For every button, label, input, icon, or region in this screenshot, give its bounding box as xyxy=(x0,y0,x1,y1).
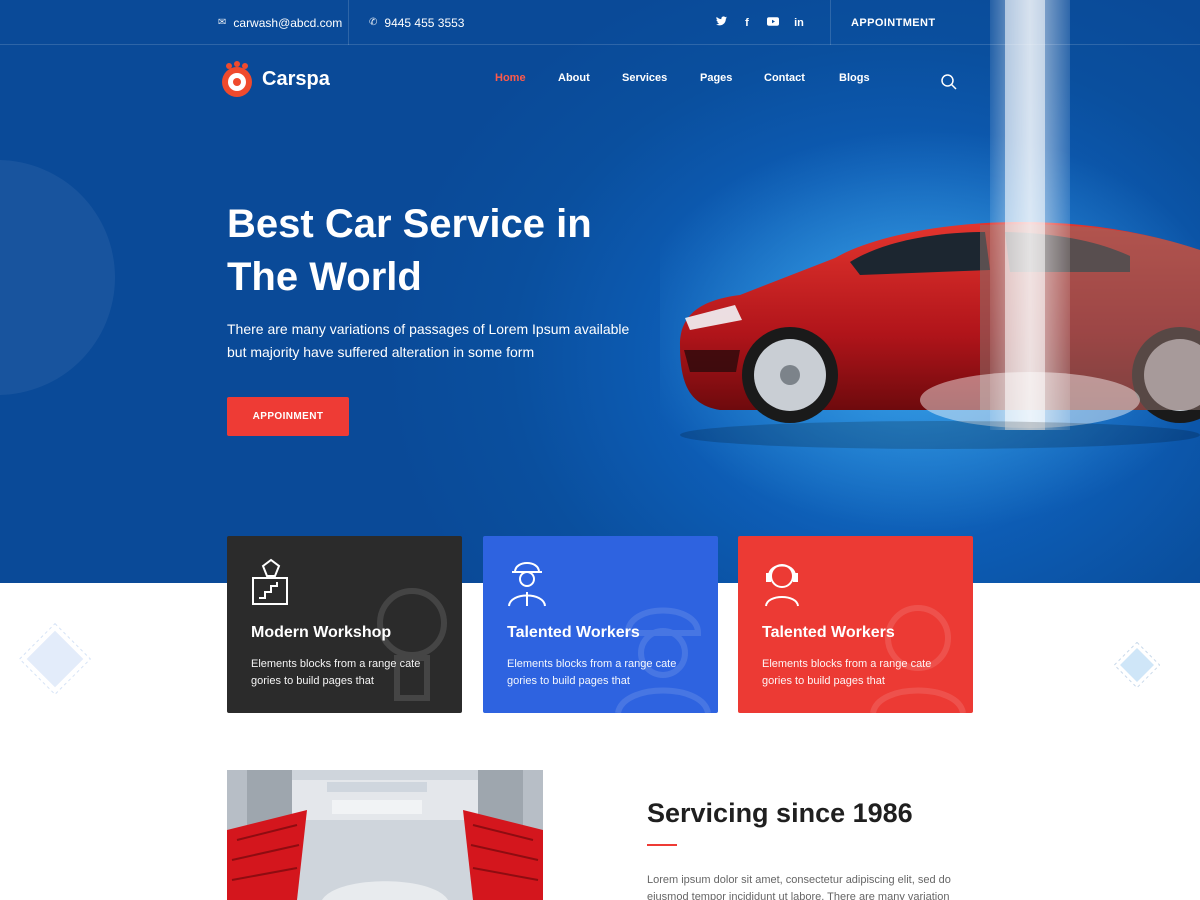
decorative-circle xyxy=(0,160,115,395)
worker-icon xyxy=(508,562,546,607)
email-text: carwash@abcd.com xyxy=(233,15,343,30)
car-wash-illustration xyxy=(660,0,1200,530)
appointment-top-button[interactable]: APPOINTMENT xyxy=(851,0,935,45)
social-links: f in xyxy=(708,0,812,45)
email-link[interactable]: ✉ carwash@abcd.com xyxy=(218,0,342,45)
card-title: Talented Workers xyxy=(507,624,640,641)
title-underline xyxy=(647,844,677,846)
hero-title: Best Car Service in The World xyxy=(227,198,657,304)
about-text-line: eiusmod tempor incididunt ut labore. The… xyxy=(647,891,950,900)
nav-item-blogs[interactable]: Blogs xyxy=(839,72,870,84)
hero-subtitle: There are many variations of passages of… xyxy=(227,318,647,364)
lightbulb-watermark-icon xyxy=(377,588,447,701)
brand-logo[interactable]: Carspa xyxy=(218,60,330,98)
workshop-icon xyxy=(252,558,288,605)
nav-item-home[interactable]: Home xyxy=(495,72,526,84)
about-text: Lorem ipsum dolor sit amet, consectetur … xyxy=(647,872,977,900)
phone-link[interactable]: ✆ 9445 455 3553 xyxy=(369,0,464,45)
envelope-icon: ✉ xyxy=(218,17,227,28)
car-wash-photo xyxy=(227,770,543,900)
nav-item-contact[interactable]: Contact xyxy=(764,72,805,84)
decorative-diamond xyxy=(1114,642,1160,688)
hero-title-line: Best Car Service in xyxy=(227,202,592,246)
about-title: Servicing since 1986 xyxy=(647,798,913,828)
nav-item-services[interactable]: Services xyxy=(622,72,667,84)
card-text: Elements blocks from a range cate gories… xyxy=(507,656,697,690)
hero-section: ✉ carwash@abcd.com ✆ 9445 455 3553 f in … xyxy=(0,0,1200,583)
card-text-line: Elements blocks from a range cate xyxy=(251,658,421,670)
card-text: Elements blocks from a range cate gories… xyxy=(251,656,441,690)
feature-card[interactable]: Talented Workers Elements blocks from a … xyxy=(483,536,718,713)
worker-watermark-icon xyxy=(615,607,711,713)
decorative-diamond xyxy=(18,622,92,696)
feature-card[interactable]: Talented Workers Elements blocks from a … xyxy=(738,536,973,713)
agent-watermark-icon xyxy=(870,605,966,713)
divider xyxy=(348,0,349,45)
about-text-line: Lorem ipsum dolor sit amet, consectetur … xyxy=(647,874,951,886)
twitter-icon[interactable] xyxy=(708,16,734,29)
card-title: Talented Workers xyxy=(762,624,895,641)
top-bar: ✉ carwash@abcd.com ✆ 9445 455 3553 f in … xyxy=(0,0,1200,45)
search-icon[interactable] xyxy=(940,73,958,91)
card-text: Elements blocks from a range cate gories… xyxy=(762,656,952,690)
card-text-line: gories to build pages that xyxy=(251,675,374,687)
facebook-icon[interactable]: f xyxy=(734,17,760,29)
hero-title-line: The World xyxy=(227,255,422,299)
linkedin-icon[interactable]: in xyxy=(786,17,812,29)
card-text-line: gories to build pages that xyxy=(507,675,630,687)
card-text-line: Elements blocks from a range cate xyxy=(762,658,932,670)
support-agent-icon xyxy=(765,564,799,607)
card-text-line: gories to build pages that xyxy=(762,675,885,687)
card-title: Modern Workshop xyxy=(251,624,392,641)
car-wash-machine-illustration xyxy=(227,770,543,900)
nav-item-pages[interactable]: Pages xyxy=(700,72,732,84)
feature-card[interactable]: Modern Workshop Elements blocks from a r… xyxy=(227,536,462,713)
appointment-button[interactable]: APPOINMENT xyxy=(227,397,349,436)
card-text-line: Elements blocks from a range cate xyxy=(507,658,677,670)
youtube-icon[interactable] xyxy=(760,16,786,29)
phone-icon: ✆ xyxy=(369,17,378,28)
divider xyxy=(830,0,831,45)
brand-name: Carspa xyxy=(262,67,330,90)
hero-subtitle-line: There are many variations of passages of… xyxy=(227,321,630,337)
nav-item-about[interactable]: About xyxy=(558,72,590,84)
hero-subtitle-line: but majority have suffered alteration in… xyxy=(227,344,535,360)
car-wheel-logo-icon xyxy=(222,61,252,97)
phone-text: 9445 455 3553 xyxy=(384,15,465,30)
